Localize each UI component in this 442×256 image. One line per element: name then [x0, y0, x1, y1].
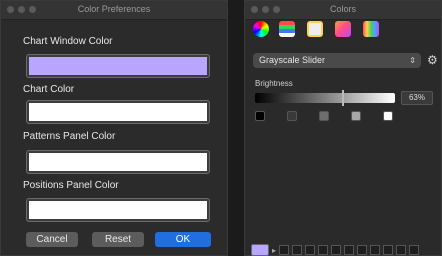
- title-bar: Colors: [245, 1, 441, 20]
- window-title: Colors: [329, 4, 356, 14]
- brightness-value-field[interactable]: 63%: [401, 91, 433, 105]
- color-wheel-icon[interactable]: [253, 21, 269, 37]
- saved-swatch[interactable]: [370, 245, 381, 255]
- brightness-label: Brightness: [255, 79, 293, 88]
- color-preferences-window: Color Preferences Chart Window Color Cha…: [0, 0, 228, 256]
- saved-swatch[interactable]: [396, 245, 407, 255]
- picker-toolbar: [245, 19, 441, 41]
- positions-panel-color-label: Positions Panel Color: [23, 180, 119, 191]
- saved-swatch[interactable]: [344, 245, 355, 255]
- saved-swatch[interactable]: [383, 245, 394, 255]
- title-bar: Color Preferences: [1, 1, 227, 20]
- ok-button[interactable]: OK: [155, 232, 211, 247]
- patterns-panel-color-label: Patterns Panel Color: [23, 131, 116, 142]
- positions-panel-color-well[interactable]: [27, 199, 209, 221]
- color-palettes-icon[interactable]: [307, 21, 323, 37]
- chart-color-well[interactable]: [27, 101, 209, 123]
- brightness-slider[interactable]: [255, 90, 395, 106]
- swatch-strip: ▸: [251, 244, 420, 256]
- chevron-updown-icon: ⇕: [409, 56, 416, 65]
- saved-swatch[interactable]: [279, 245, 290, 255]
- brightness-slider-thumb[interactable]: [342, 90, 345, 106]
- preset-swatch-light-gray[interactable]: [351, 111, 361, 121]
- chart-window-color-label: Chart Window Color: [23, 36, 113, 47]
- image-palettes-icon[interactable]: [335, 21, 351, 37]
- window-title: Color Preferences: [77, 4, 151, 14]
- current-color-swatch[interactable]: [251, 244, 269, 256]
- chevron-right-icon: ▸: [272, 245, 277, 255]
- cancel-button[interactable]: Cancel: [26, 232, 78, 247]
- color-sliders-icon[interactable]: [279, 21, 295, 37]
- saved-swatch[interactable]: [357, 245, 368, 255]
- saved-swatch[interactable]: [331, 245, 342, 255]
- picker-mode-dropdown[interactable]: Grayscale Slider ⇕: [253, 53, 421, 68]
- chart-window-color-well[interactable]: [27, 55, 209, 77]
- patterns-panel-color-well[interactable]: [27, 151, 209, 173]
- pencils-icon[interactable]: [363, 21, 379, 37]
- colors-panel: Colors Grayscale Slider ⇕ ⚙ Brightness 6…: [244, 0, 442, 256]
- saved-swatch[interactable]: [318, 245, 329, 255]
- saved-swatch[interactable]: [409, 245, 420, 255]
- preset-swatch-black[interactable]: [255, 111, 265, 121]
- gear-icon[interactable]: ⚙: [427, 53, 438, 68]
- reset-button[interactable]: Reset: [92, 232, 144, 247]
- picker-mode-label: Grayscale Slider: [259, 55, 326, 65]
- saved-swatch[interactable]: [292, 245, 303, 255]
- preset-swatch-gray[interactable]: [319, 111, 329, 121]
- preset-swatch-dark-gray[interactable]: [287, 111, 297, 121]
- preset-swatch-white[interactable]: [383, 111, 393, 121]
- saved-swatch[interactable]: [305, 245, 316, 255]
- chart-color-label: Chart Color: [23, 84, 75, 95]
